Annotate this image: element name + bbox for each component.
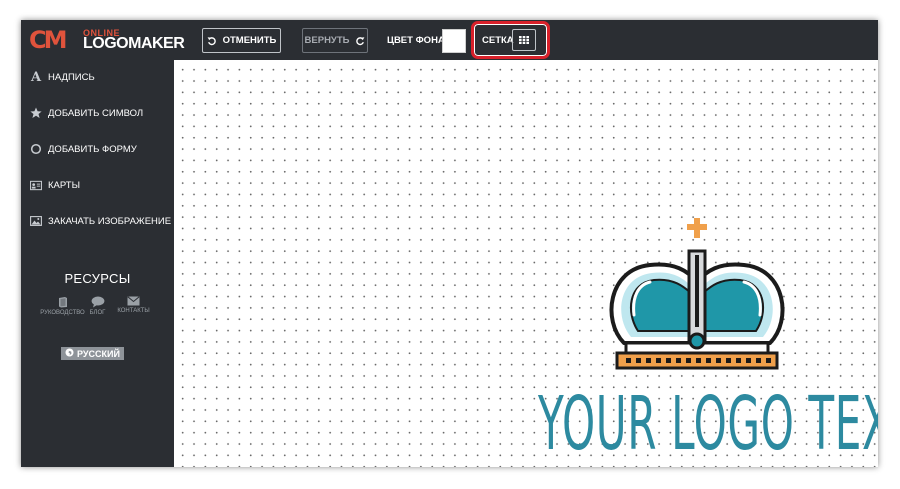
background-color-label: ЦВЕТ ФОНА — [387, 35, 445, 46]
text-icon: A — [30, 69, 42, 85]
language-selector[interactable]: РУССКИЙ — [61, 347, 124, 360]
sidebar-item-text[interactable]: A НАДПИСЬ — [30, 67, 95, 87]
envelope-icon — [111, 296, 156, 306]
sidebar-item-label: НАДПИСЬ — [48, 71, 95, 83]
undo-button[interactable]: ОТМЕНИТЬ — [202, 28, 281, 53]
image-icon — [30, 215, 42, 227]
circle-icon — [30, 143, 42, 155]
sidebar-item-label: ДОБАВИТЬ СИМВОЛ — [48, 107, 144, 119]
undo-icon — [207, 36, 217, 46]
crown-logo-graphic[interactable] — [604, 193, 790, 388]
undo-label: ОТМЕНИТЬ — [222, 35, 277, 46]
sidebar-item-add-shape[interactable]: ДОБАВИТЬ ФОРМУ — [30, 139, 137, 159]
logo-name: LOGOMAKER — [83, 35, 185, 52]
redo-button[interactable]: ВЕРНУТЬ — [302, 28, 368, 53]
crown-band-studs — [626, 358, 771, 363]
grid-toggle-button[interactable] — [512, 29, 536, 51]
logo-mark: CM — [29, 26, 67, 54]
design-canvas[interactable]: YOUR LOGO TEXT — [174, 60, 878, 467]
resource-contacts-link[interactable]: КОНТАКТЫ — [111, 296, 156, 314]
globe-icon — [65, 348, 74, 359]
crown-pillar-stripe — [695, 255, 699, 327]
background-color-swatch[interactable] — [442, 29, 466, 53]
sidebar-item-cards[interactable]: КАРТЫ — [30, 175, 80, 195]
redo-icon — [355, 36, 365, 46]
logo-text[interactable]: YOUR LOGO TEXT — [538, 387, 878, 461]
language-label: РУССКИЙ — [77, 348, 120, 359]
resources-title: РЕСУРСЫ — [64, 271, 131, 286]
sidebar-item-label: КАРТЫ — [48, 179, 80, 191]
crown-cross — [687, 218, 707, 238]
map-card-icon — [30, 179, 42, 191]
resource-label: БЛОГ — [89, 310, 106, 316]
star-icon — [30, 107, 42, 119]
grid-label: СЕТКА — [482, 35, 514, 46]
grid-icon — [519, 31, 529, 49]
app-logo[interactable]: CM ONLINE LOGOMAKER — [29, 26, 185, 54]
resource-label: КОНТАКТЫ — [117, 308, 150, 314]
sidebar-item-label: ЗАКАЧАТЬ ИЗОБРАЖЕНИЕ — [48, 215, 172, 227]
sidebar: A НАДПИСЬ ДОБАВИТЬ СИМВОЛ ДОБАВИТЬ ФОРМУ… — [21, 60, 174, 467]
sidebar-item-label: ДОБАВИТЬ ФОРМУ — [48, 143, 137, 155]
sidebar-item-upload-image[interactable]: ЗАКАЧАТЬ ИЗОБРАЖЕНИЕ — [30, 211, 171, 231]
redo-label: ВЕРНУТЬ — [304, 35, 350, 46]
top-toolbar: CM ONLINE LOGOMAKER ОТМЕНИТЬ ВЕРНУТЬ ЦВЕ… — [21, 20, 878, 60]
sidebar-item-add-symbol[interactable]: ДОБАВИТЬ СИМВОЛ — [30, 103, 143, 123]
crown-pillar-gem — [688, 332, 706, 350]
app-window: CM ONLINE LOGOMAKER ОТМЕНИТЬ ВЕРНУТЬ ЦВЕ… — [21, 20, 878, 467]
